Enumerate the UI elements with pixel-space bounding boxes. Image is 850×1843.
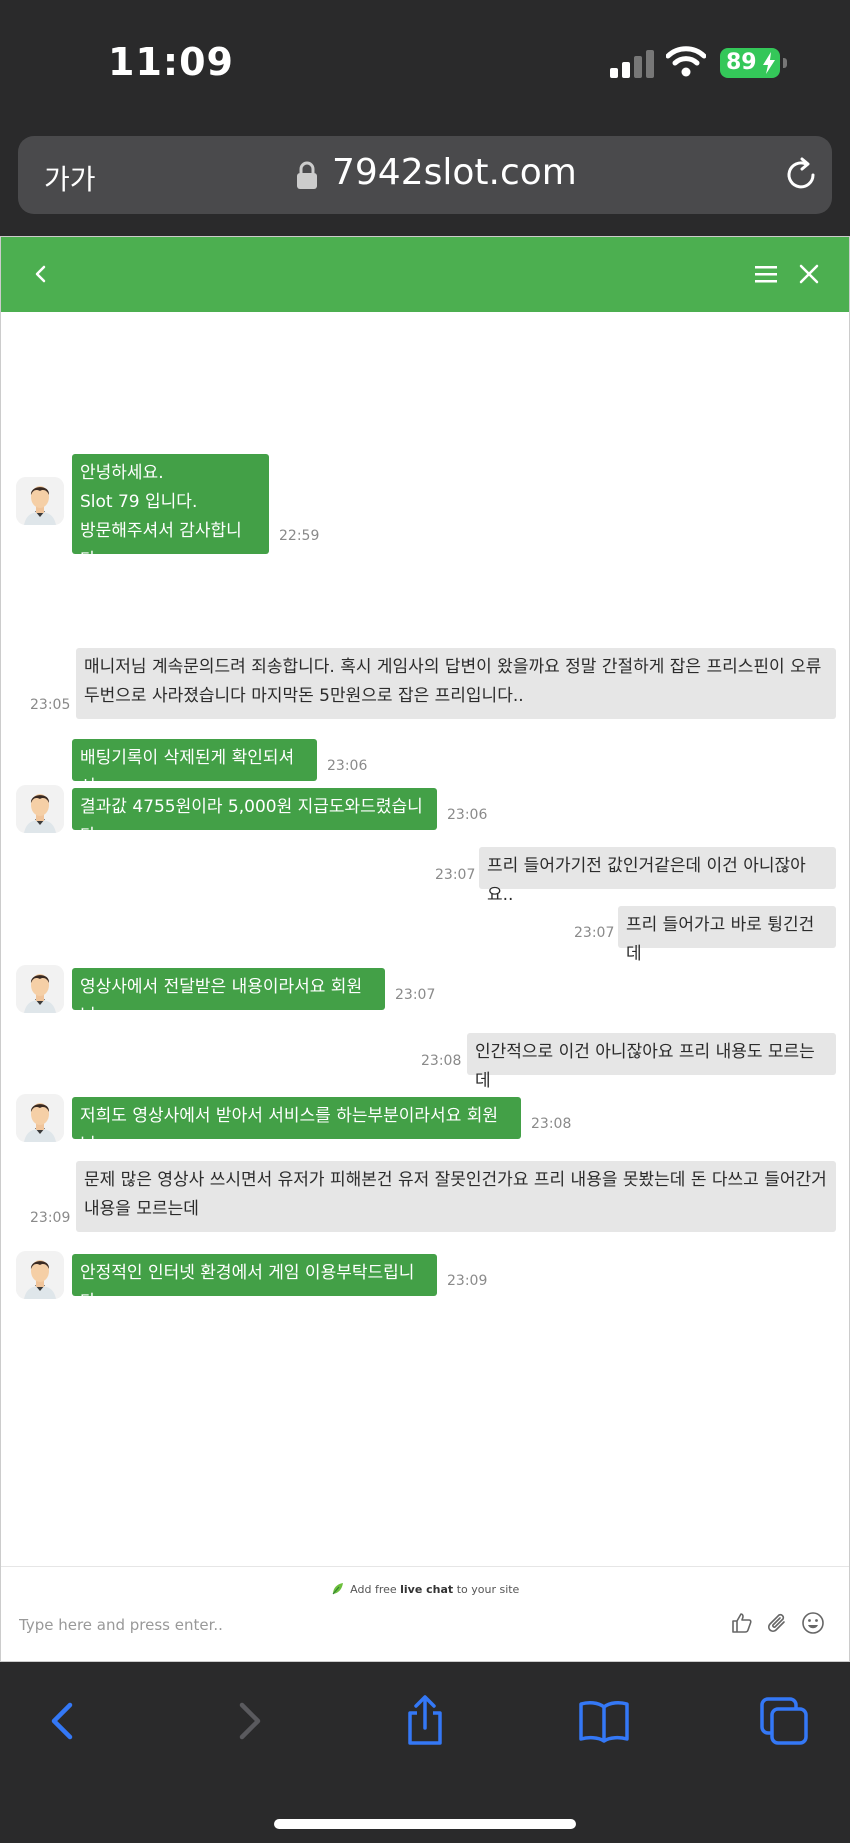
cellular-signal-icon [610, 50, 654, 78]
message-timestamp: 23:07 [574, 925, 615, 941]
visitor-message-bubble: 매니저님 계속문의드려 죄송합니다. 혹시 게임사의 답변이 왔을까요 정말 간… [76, 648, 836, 719]
message-timestamp: 23:06 [447, 807, 488, 823]
divider [1, 1566, 849, 1567]
battery-indicator: 89 [720, 48, 787, 78]
message-line: 문제 많은 영상사 쓰시면서 유저가 피해본건 유저 잘못인건가요 프리 내용을… [84, 1170, 827, 1190]
message-line: 안녕하세요. [80, 463, 164, 483]
agent-avatar [16, 1251, 64, 1299]
message-line: Slot 79 입니다. [80, 492, 198, 512]
powered-prefix: Add free [350, 1583, 397, 1596]
bookmarks-icon[interactable] [578, 1695, 630, 1747]
browser-toolbar [0, 1663, 850, 1843]
agent-avatar [16, 477, 64, 525]
message-line: 프리 들어가고 바로 튕긴건데 [626, 915, 815, 964]
share-icon[interactable] [399, 1695, 451, 1747]
agent-message-bubble: 안녕하세요. Slot 79 입니다. 방문해주셔서 감사합니다. [72, 454, 269, 570]
visitor-message-bubble: 문제 많은 영상사 쓰시면서 유저가 피해본건 유저 잘못인건가요 프리 내용을… [76, 1161, 836, 1232]
reload-icon[interactable] [782, 156, 820, 194]
agent-message-bubble: 안정적인 인터넷 환경에서 게임 이용부탁드립니다 [72, 1254, 437, 1312]
agent-avatar [16, 1094, 64, 1142]
close-icon[interactable] [797, 261, 821, 287]
lock-icon [297, 161, 317, 189]
message-timestamp: 23:08 [531, 1116, 572, 1132]
message-line: 방문해주셔서 감사합니다. [80, 521, 242, 570]
tabs-icon[interactable] [758, 1695, 810, 1747]
smiley-icon[interactable] [801, 1611, 825, 1635]
message-list[interactable]: 안녕하세요. Slot 79 입니다. 방문해주셔서 감사합니다. 22:59 매니저님… [1, 312, 849, 1566]
leaf-logo-icon [332, 1583, 343, 1595]
message-timestamp: 22:59 [279, 528, 320, 544]
agent-message-bubble: 배팅기록이 삭제된게 확인되셔서 [72, 739, 317, 797]
agent-message-bubble: 영상사에서 전달받은 내용이라서요 회원님 [72, 968, 385, 1026]
message-line: 결과값 4755원이라 5,000원 지급도와드렸습니다 [80, 797, 423, 846]
back-arrow-icon[interactable] [38, 1695, 90, 1747]
powered-bold: live chat [400, 1583, 454, 1596]
message-timestamp: 23:09 [447, 1273, 488, 1289]
agent-message-bubble: 저희도 영상사에서 받아서 서비스를 하는부분이라서요 회원님 [72, 1097, 521, 1155]
agent-message-bubble: 결과값 4755원이라 5,000원 지급도와드렸습니다 [72, 788, 437, 846]
message-timestamp: 23:07 [395, 987, 436, 1003]
chat-widget: 안녕하세요. Slot 79 입니다. 방문해주셔서 감사합니다. 22:59 매니저님… [0, 236, 850, 1662]
clock: 11:09 [108, 40, 234, 84]
status-bar: 11:09 89 [0, 0, 850, 125]
thumbs-up-icon[interactable] [730, 1611, 754, 1635]
message-line: 두번으로 사라졌습니다 마지막돈 5만원으로 잡은 프리입니다.. [84, 686, 524, 706]
message-line: 프리 들어가기전 값인거같은데 이건 아니잖아요.. [487, 856, 806, 905]
message-timestamp: 23:08 [421, 1053, 462, 1069]
powered-by-link[interactable]: Add free live chat to your site [1, 1582, 849, 1596]
message-line: 매니저님 계속문의드려 죄송합니다. 혹시 게임사의 답변이 왔을까요 정말 간… [84, 657, 822, 677]
message-timestamp: 23:05 [30, 697, 71, 713]
charging-bolt-icon [763, 52, 775, 74]
message-input[interactable] [19, 1605, 709, 1645]
wifi-icon [666, 46, 706, 77]
message-line: 영상사에서 전달받은 내용이라서요 회원님 [80, 977, 363, 1026]
menu-icon[interactable] [753, 261, 779, 287]
agent-avatar [16, 785, 64, 833]
visitor-message-bubble: 인간적으로 이건 아니잖아요 프리 내용도 모르는데 [467, 1033, 836, 1091]
message-line: 안정적인 인터넷 환경에서 게임 이용부탁드립니다 [80, 1263, 415, 1312]
url-text[interactable]: 7942slot.com [332, 152, 577, 193]
message-timestamp: 23:07 [435, 867, 476, 883]
address-bar[interactable]: 가가 7942slot.com [18, 136, 832, 214]
battery-level: 89 [726, 50, 757, 75]
message-timestamp: 23:09 [30, 1210, 71, 1226]
home-indicator [274, 1819, 576, 1829]
visitor-message-bubble: 프리 들어가고 바로 튕긴건데 [618, 906, 836, 964]
forward-arrow-icon[interactable] [222, 1695, 274, 1747]
back-icon[interactable] [29, 259, 53, 289]
message-line: 내용을 모르는데 [84, 1199, 199, 1219]
paperclip-icon[interactable] [766, 1611, 790, 1635]
powered-suffix: to your site [456, 1583, 520, 1596]
message-timestamp: 23:06 [327, 758, 368, 774]
text-size-button[interactable]: 가가 [44, 158, 96, 198]
message-line: 저희도 영상사에서 받아서 서비스를 하는부분이라서요 회원님 [80, 1106, 499, 1155]
visitor-message-bubble: 프리 들어가기전 값인거같은데 이건 아니잖아요.. [479, 847, 836, 905]
message-line: 인간적으로 이건 아니잖아요 프리 내용도 모르는데 [475, 1042, 815, 1091]
agent-avatar [16, 965, 64, 1013]
chat-header [1, 237, 849, 312]
